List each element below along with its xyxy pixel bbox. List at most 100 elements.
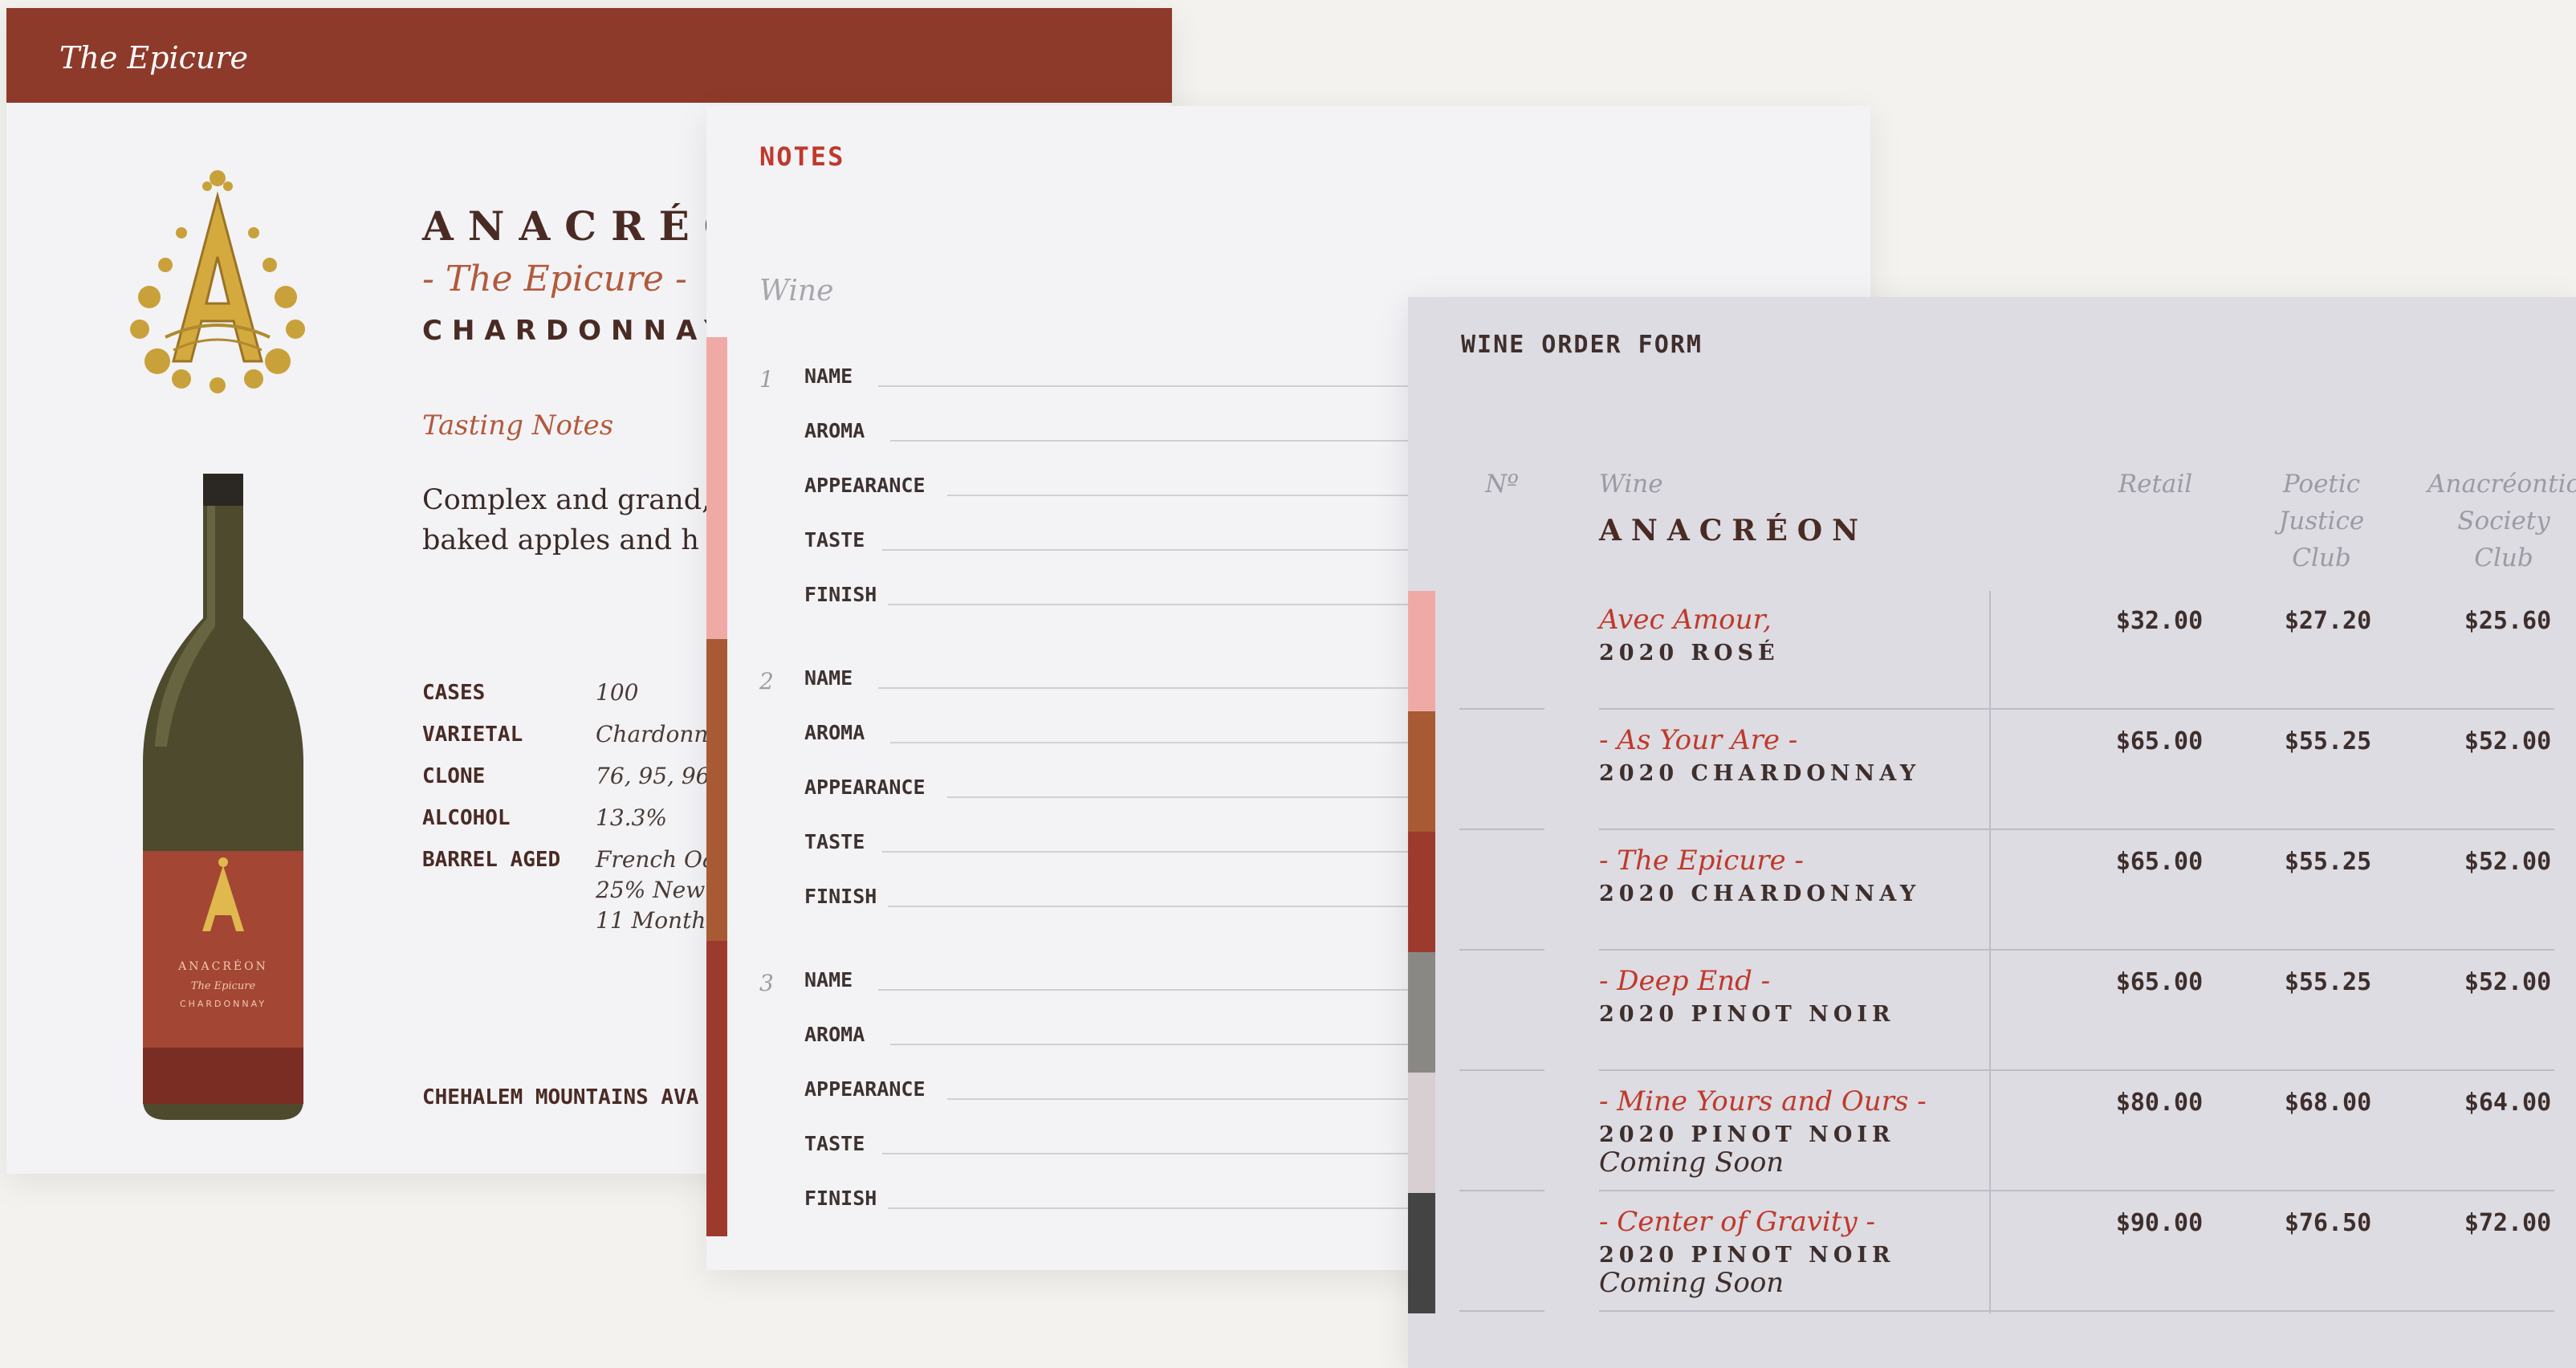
notes-write-line[interactable]: [888, 604, 1429, 605]
notes-title: NOTES: [759, 141, 845, 172]
notes-field-label-taste: TASTE: [804, 1132, 865, 1155]
price-retail: $80.00: [2115, 1089, 2204, 1117]
notes-write-line[interactable]: [878, 989, 1429, 991]
price-anacreontic-society-club: $52.00: [2464, 848, 2552, 876]
number-input-line[interactable]: [1459, 949, 1544, 951]
wine-row-name: - Mine Yours and Ours -: [1599, 1085, 1927, 1118]
notes-field-label-taste: TASTE: [804, 830, 865, 853]
wine-heading: Wine: [759, 275, 834, 307]
notes-write-line[interactable]: [888, 1207, 1429, 1209]
wine-row-name: - As Your Are -: [1599, 724, 1798, 756]
notes-write-line[interactable]: [882, 851, 1429, 853]
number-input-line[interactable]: [1459, 1190, 1544, 1191]
notes-group-number: 3: [759, 970, 774, 996]
notes-write-line[interactable]: [947, 1098, 1429, 1100]
notes-write-line[interactable]: [890, 440, 1429, 442]
price-retail: $32.00: [2115, 607, 2204, 635]
notes-field-label-finish: FINISH: [804, 885, 877, 908]
notes-field-label-name: NAME: [804, 666, 853, 690]
group-1-color-strip: [706, 337, 727, 639]
column-header-retail: Retail: [2118, 470, 2193, 499]
notes-write-line[interactable]: [890, 742, 1429, 743]
wine-row-vintage: 2020 PINOT NOIR: [1599, 1122, 1895, 1147]
price-retail: $90.00: [2115, 1209, 2204, 1237]
notes-group-number: 1: [759, 366, 774, 393]
spec-label-clone: CLONE: [422, 764, 486, 788]
number-input-line[interactable]: [1459, 1069, 1544, 1071]
wine-bottle-image: ANACRÉON The Epicure CHARDONNAY: [143, 474, 303, 1120]
wine-row-name: Avec Amour,: [1599, 604, 1772, 636]
notes-write-line[interactable]: [882, 549, 1429, 551]
row-divider: [1599, 1310, 2554, 1312]
column-header-anacreontic-society-club: Anacréontic Society Club: [2427, 470, 2576, 572]
spec-value-barrel-months: 11 Months: [596, 907, 718, 934]
bottle-label-varietal: CHARDONNAY: [180, 999, 267, 1009]
wine-row-name: - The Epicure -: [1599, 845, 1804, 877]
wine-row-status: Coming Soon: [1599, 1267, 1784, 1299]
price-retail: $65.00: [2115, 727, 2204, 755]
notes-field-label-name: NAME: [804, 968, 853, 991]
notes-write-line[interactable]: [890, 1044, 1429, 1045]
varietal-title: CHARDONNAY: [422, 315, 734, 347]
price-poetic-justice-club: $68.00: [2284, 1089, 2372, 1117]
row-divider: [1599, 829, 2554, 830]
notes-write-line[interactable]: [947, 495, 1429, 496]
wine-row-vintage: 2020 CHARDONNAY: [1599, 881, 1921, 906]
spec-label-cases: CASES: [422, 681, 486, 705]
row-color-stripe: [1408, 832, 1435, 952]
column-header-number: Nº: [1485, 470, 1519, 499]
column-header-poetic-justice-club: Poetic Justice Club: [2278, 470, 2365, 572]
notes-field-label-appearance: APPEARANCE: [804, 1077, 926, 1101]
notes-write-line[interactable]: [947, 796, 1429, 798]
group-3-color-strip: [706, 941, 727, 1236]
row-color-stripe: [1408, 952, 1435, 1073]
brand-title: The Epicure: [59, 40, 249, 75]
wine-row-vintage: 2020 ROSÉ: [1599, 641, 1780, 666]
spec-value-cases: 100: [596, 679, 639, 706]
bottle-label-wine: The Epicure: [191, 980, 256, 992]
row-divider: [1599, 1190, 2554, 1191]
price-anacreontic-society-club: $64.00: [2464, 1089, 2552, 1117]
spec-value-varietal: Chardonna: [596, 721, 722, 747]
row-divider: [1599, 949, 2554, 951]
row-color-stripe: [1408, 711, 1435, 832]
number-input-line[interactable]: [1459, 829, 1544, 830]
price-anacreontic-society-club: $52.00: [2464, 968, 2552, 996]
notes-write-line[interactable]: [882, 1153, 1429, 1154]
price-anacreontic-society-club: $72.00: [2464, 1209, 2552, 1237]
wine-row-name: - Deep End -: [1599, 965, 1771, 997]
notes-field-label-finish: FINISH: [804, 583, 877, 606]
notes-write-line[interactable]: [888, 906, 1429, 907]
wine-row-vintage: 2020 PINOT NOIR: [1599, 1243, 1895, 1268]
row-divider: [1599, 708, 2554, 710]
price-poetic-justice-club: $55.25: [2284, 727, 2372, 755]
price-poetic-justice-club: $55.25: [2284, 968, 2372, 996]
notes-write-line[interactable]: [878, 687, 1429, 689]
wine-row-name: - Center of Gravity -: [1599, 1206, 1875, 1238]
column-divider: [1989, 591, 1991, 1313]
price-poetic-justice-club: $76.50: [2284, 1209, 2372, 1237]
number-input-line[interactable]: [1459, 708, 1544, 710]
notes-field-label-taste: TASTE: [804, 528, 865, 552]
spec-label-alcohol: ALCOHOL: [422, 806, 511, 830]
wine-order-form-card: WINE ORDER FORM Nº Wine Retail Poetic Ju…: [1408, 297, 2576, 1368]
price-poetic-justice-club: $27.20: [2284, 607, 2372, 635]
ava-label: CHEHALEM MOUNTAINS AVA: [422, 1085, 699, 1109]
anacreon-emblem-logo: [130, 170, 305, 393]
number-input-line[interactable]: [1459, 1310, 1544, 1312]
price-anacreontic-society-club: $25.60: [2464, 607, 2552, 635]
tasting-notes-heading: Tasting Notes: [422, 409, 614, 442]
spec-label-barrel-aged: BARREL AGED: [422, 848, 561, 872]
row-color-stripe: [1408, 591, 1435, 711]
column-header-wine: Wine: [1599, 470, 1663, 499]
notes-field-label-appearance: APPEARANCE: [804, 474, 926, 497]
order-form-title: WINE ORDER FORM: [1461, 331, 1703, 359]
notes-field-label-aroma: AROMA: [804, 1023, 865, 1046]
wine-row-vintage: 2020 CHARDONNAY: [1599, 761, 1921, 786]
notes-write-line[interactable]: [878, 385, 1429, 387]
price-anacreontic-society-club: $52.00: [2464, 727, 2552, 755]
price-retail: $65.00: [2115, 848, 2204, 876]
card-header: The Epicure: [6, 8, 1172, 103]
notes-field-label-aroma: AROMA: [804, 721, 865, 744]
price-poetic-justice-club: $55.25: [2284, 848, 2372, 876]
